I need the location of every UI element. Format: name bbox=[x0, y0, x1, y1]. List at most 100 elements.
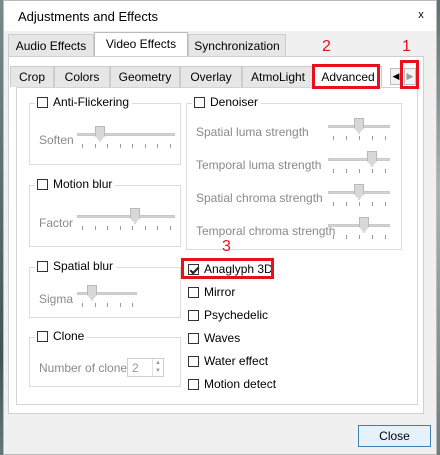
stepper-arrows-icon[interactable]: ▲ ▼ bbox=[152, 359, 163, 376]
temporal-luma-slider[interactable] bbox=[328, 151, 390, 173]
motion-detect-checkbox[interactable] bbox=[188, 378, 199, 390]
slider-tick bbox=[157, 144, 158, 148]
spatial-luma-slider[interactable] bbox=[328, 118, 390, 140]
annotation-box-anaglyph bbox=[181, 258, 274, 279]
number-of-clones-label: Number of clones bbox=[39, 361, 134, 375]
slider-tick bbox=[170, 226, 171, 230]
soften-slider[interactable] bbox=[77, 126, 175, 148]
waves-checkbox[interactable] bbox=[188, 332, 199, 344]
slider-tick bbox=[385, 202, 386, 206]
slider-tick bbox=[157, 226, 158, 230]
slider-tick bbox=[333, 202, 334, 206]
effect-water[interactable]: Water effect bbox=[186, 354, 272, 368]
slider-thumb[interactable] bbox=[354, 184, 364, 200]
tab-overlay[interactable]: Overlay bbox=[180, 66, 242, 87]
temporal-chroma-slider[interactable] bbox=[328, 217, 390, 239]
anti-flickering-label: Anti-Flickering bbox=[53, 95, 130, 109]
slider-tick bbox=[145, 144, 146, 148]
slider-tick bbox=[346, 202, 347, 206]
title-bar: Adjustments and Effects x bbox=[4, 1, 436, 31]
sigma-label: Sigma bbox=[39, 292, 74, 306]
clones-stepper[interactable]: 2 ▲ ▼ bbox=[127, 358, 164, 377]
effect-psychedelic[interactable]: Psychedelic bbox=[186, 308, 272, 322]
clone-label: Clone bbox=[53, 329, 85, 343]
spatial-blur-checkbox[interactable] bbox=[37, 260, 48, 272]
slider-tick bbox=[82, 226, 83, 230]
effect-mirror[interactable]: Mirror bbox=[186, 285, 239, 299]
tab-crop[interactable]: Crop bbox=[10, 66, 54, 87]
spatial-luma-label: Spatial luma strength bbox=[196, 125, 309, 139]
slider-tick bbox=[372, 235, 373, 239]
slider-tick bbox=[145, 226, 146, 230]
slider-tick bbox=[385, 136, 386, 140]
anti-flickering-checkbox[interactable] bbox=[37, 96, 48, 108]
slider-thumb[interactable] bbox=[359, 217, 369, 233]
effect-label: Mirror bbox=[204, 285, 236, 299]
slider-tick bbox=[346, 136, 347, 140]
slider-tick bbox=[95, 144, 96, 148]
slider-thumb[interactable] bbox=[87, 285, 97, 301]
slider-tick bbox=[359, 235, 360, 239]
annotation-number-2: 2 bbox=[322, 38, 331, 55]
water-effect-checkbox[interactable] bbox=[188, 355, 199, 367]
tab-audio-effects[interactable]: Audio Effects bbox=[8, 34, 94, 56]
slider-tick bbox=[82, 144, 83, 148]
sigma-slider[interactable] bbox=[77, 285, 137, 307]
close-button[interactable]: Close bbox=[358, 425, 431, 447]
slider-tick bbox=[107, 303, 108, 307]
effect-waves[interactable]: Waves bbox=[186, 331, 244, 345]
effect-label: Psychedelic bbox=[204, 308, 269, 322]
slider-tick bbox=[385, 169, 386, 173]
tab-colors[interactable]: Colors bbox=[54, 66, 110, 87]
motion-blur-checkbox[interactable] bbox=[37, 178, 48, 190]
tab-atmolight[interactable]: AtmoLight bbox=[242, 66, 314, 87]
slider-tick bbox=[107, 226, 108, 230]
soften-label: Soften bbox=[39, 133, 74, 147]
motion-blur-toggle[interactable]: Motion blur bbox=[35, 177, 116, 191]
slider-thumb[interactable] bbox=[354, 118, 364, 134]
effect-label: Motion detect bbox=[204, 377, 277, 391]
tab-synchronization[interactable]: Synchronization bbox=[188, 34, 286, 56]
denoiser-checkbox[interactable] bbox=[194, 96, 205, 108]
anti-flickering-toggle[interactable]: Anti-Flickering bbox=[35, 95, 133, 109]
slider-tick bbox=[132, 144, 133, 148]
slider-tick bbox=[333, 235, 334, 239]
spatial-chroma-slider[interactable] bbox=[328, 184, 390, 206]
slider-thumb[interactable] bbox=[95, 126, 105, 142]
spatial-blur-toggle[interactable]: Spatial blur bbox=[35, 259, 117, 273]
tab-video-effects[interactable]: Video Effects bbox=[94, 32, 188, 57]
mirror-checkbox[interactable] bbox=[188, 286, 199, 298]
denoiser-label: Denoiser bbox=[210, 95, 259, 109]
temporal-luma-label: Temporal luma strength bbox=[196, 158, 322, 172]
slider-tick bbox=[346, 235, 347, 239]
slider-tick bbox=[132, 226, 133, 230]
slider-tick bbox=[82, 303, 83, 307]
annotation-box-advanced bbox=[312, 64, 380, 89]
clone-checkbox[interactable] bbox=[37, 330, 48, 342]
slider-tick bbox=[359, 169, 360, 173]
slider-tick bbox=[359, 136, 360, 140]
temporal-chroma-label: Temporal chroma strength bbox=[196, 224, 336, 238]
slider-tick bbox=[372, 136, 373, 140]
clone-toggle[interactable]: Clone bbox=[35, 329, 88, 343]
effect-label: Water effect bbox=[204, 354, 269, 368]
slider-tick bbox=[95, 303, 96, 307]
slider-tick bbox=[333, 169, 334, 173]
slider-tick bbox=[359, 202, 360, 206]
spatial-chroma-label: Spatial chroma strength bbox=[196, 191, 323, 205]
slider-tick bbox=[95, 226, 96, 230]
slider-thumb[interactable] bbox=[130, 208, 140, 224]
slider-tick bbox=[170, 144, 171, 148]
slider-tick bbox=[107, 144, 108, 148]
slider-thumb[interactable] bbox=[367, 151, 377, 167]
psychedelic-checkbox[interactable] bbox=[188, 309, 199, 321]
slider-tick bbox=[333, 136, 334, 140]
slider-tick bbox=[372, 169, 373, 173]
annotation-number-3: 3 bbox=[222, 238, 231, 255]
close-icon[interactable]: x bbox=[414, 8, 428, 22]
slider-tick bbox=[120, 303, 121, 307]
effect-motion-detect[interactable]: Motion detect bbox=[186, 377, 280, 391]
denoiser-toggle[interactable]: Denoiser bbox=[192, 95, 262, 109]
tab-geometry[interactable]: Geometry bbox=[110, 66, 180, 87]
factor-slider[interactable] bbox=[77, 208, 175, 230]
